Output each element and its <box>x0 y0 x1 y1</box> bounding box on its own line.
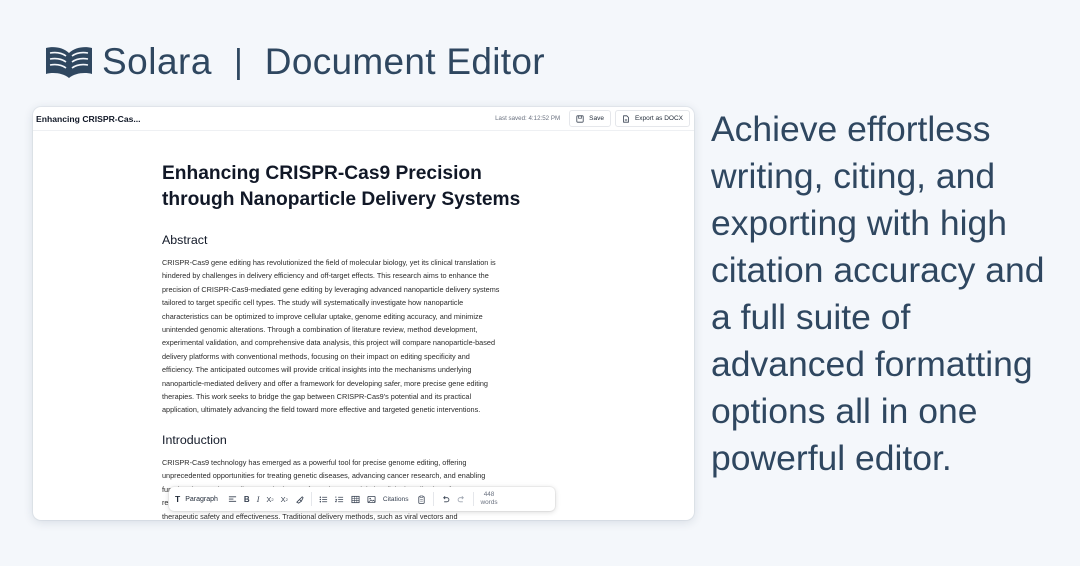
word-count: 448 words <box>481 491 498 507</box>
toolbar-divider <box>432 492 434 506</box>
redo-icon <box>457 495 464 502</box>
table-button[interactable] <box>351 491 360 507</box>
highlighter-icon <box>295 495 304 504</box>
paragraph-style-dropdown[interactable]: T Paragraph <box>175 491 218 507</box>
tagline-line: citation accuracy and <box>711 250 1045 290</box>
bold-button[interactable]: B <box>244 491 250 507</box>
tagline-line: options all in one <box>711 391 978 431</box>
tagline-line: writing, citing, and <box>711 156 996 196</box>
text-line: therapies. This work seeks to bridge the… <box>162 392 472 402</box>
text-line: unintended genomic alterations. Through … <box>162 325 478 335</box>
document-title-line: Enhancing CRISPR-Cas9 Precision <box>162 163 482 184</box>
document-content[interactable]: Enhancing CRISPR-Cas9 Precision through … <box>162 161 552 520</box>
text-line: therapeutic safety and effectiveness. Tr… <box>162 511 458 521</box>
image-icon <box>367 495 376 503</box>
text-line: CRISPR-Cas9 technology has emerged as a … <box>162 457 467 467</box>
table-icon <box>351 495 360 503</box>
abstract-paragraph[interactable]: CRISPR-Cas9 gene editing has revolutioni… <box>162 256 552 417</box>
product-name: Document Editor <box>264 41 545 82</box>
last-saved-status: Last saved: 4:12:52 PM <box>495 115 561 122</box>
text-type-icon: T <box>175 494 181 504</box>
numbered-list-icon <box>334 495 343 502</box>
formatting-toolbar: T Paragraph B I X2 X2 Citations 448 word… <box>169 487 555 511</box>
redo-button[interactable] <box>457 491 466 507</box>
brand-separator: | <box>233 42 243 81</box>
text-line: hindered by challenges in delivery effic… <box>162 271 489 281</box>
brand-header: Solara | Document Editor <box>44 40 545 84</box>
tagline-line: a full suite of <box>711 297 911 337</box>
text-line: experimental validation, and comprehensi… <box>162 338 495 348</box>
align-left-icon <box>228 495 237 502</box>
clipboard-icon <box>417 495 425 504</box>
text-line: application, ultimately advancing the fi… <box>162 405 481 415</box>
word-count-number: 448 <box>483 491 495 498</box>
tagline-line: powerful editor. <box>711 438 952 478</box>
text-line: efficiency. The anticipated outcomes wil… <box>162 365 472 375</box>
save-button[interactable]: Save <box>569 110 611 127</box>
highlight-button[interactable] <box>295 491 304 507</box>
document-title-line: through Nanoparticle Delivery Systems <box>162 189 521 210</box>
word-count-unit: words <box>480 499 498 506</box>
clipboard-button[interactable] <box>417 491 426 507</box>
undo-icon <box>442 495 449 502</box>
section-heading-introduction[interactable]: Introduction <box>162 432 552 448</box>
text-line: precision of CRISPR-Cas9-mediated gene e… <box>162 284 500 294</box>
italic-button[interactable]: I <box>257 491 260 507</box>
undo-button[interactable] <box>441 491 450 507</box>
export-label: Export as DOCX <box>634 115 683 122</box>
bullet-list-icon <box>319 496 327 502</box>
topbar-actions: Last saved: 4:12:52 PM Save Export as DO… <box>495 110 690 127</box>
insert-image-button[interactable] <box>367 491 376 507</box>
open-book-icon <box>46 47 92 78</box>
export-docx-button[interactable]: Export as DOCX <box>614 110 690 127</box>
superscript-button[interactable]: X2 <box>281 491 288 507</box>
text-line: characteristics can be optimized to impr… <box>162 311 483 321</box>
tagline-line: advanced formatting <box>711 344 1033 384</box>
bullet-list-button[interactable] <box>319 491 328 507</box>
brand-name: Solara <box>102 41 212 82</box>
section-heading-abstract[interactable]: Abstract <box>162 232 552 248</box>
tagline-line: Achieve effortless <box>711 109 991 149</box>
subscript-button[interactable]: X2 <box>266 491 273 507</box>
text-line: delivery platforms with conventional met… <box>162 351 470 361</box>
text-line: unprecedented opportunities for treating… <box>162 471 486 481</box>
citations-button[interactable]: Citations <box>383 496 409 503</box>
align-left-button[interactable] <box>228 491 237 507</box>
marketing-tagline: Achieve effortless writing, citing, and … <box>711 106 1071 482</box>
document-icon <box>623 114 629 123</box>
numbered-list-button[interactable] <box>334 491 344 507</box>
toolbar-divider <box>472 492 474 506</box>
text-line: CRISPR-Cas9 gene editing has revolutioni… <box>162 258 496 267</box>
tagline-line: exporting with high <box>711 203 1008 243</box>
paragraph-style-label: Paragraph <box>185 495 218 503</box>
save-label: Save <box>589 115 604 122</box>
text-line: nanoparticle-mediated delivery and offer… <box>162 378 488 388</box>
save-icon <box>576 114 584 123</box>
toolbar-divider <box>310 492 312 506</box>
editor-topbar: Enhancing CRISPR-Cas... Last saved: 4:12… <box>33 107 694 131</box>
document-tab-title[interactable]: Enhancing CRISPR-Cas... <box>36 114 141 124</box>
document-title[interactable]: Enhancing CRISPR-Cas9 Precision through … <box>162 161 552 213</box>
editor-window: Enhancing CRISPR-Cas... Last saved: 4:12… <box>33 107 694 520</box>
text-line: tailored to target specific cell types. … <box>162 298 464 308</box>
